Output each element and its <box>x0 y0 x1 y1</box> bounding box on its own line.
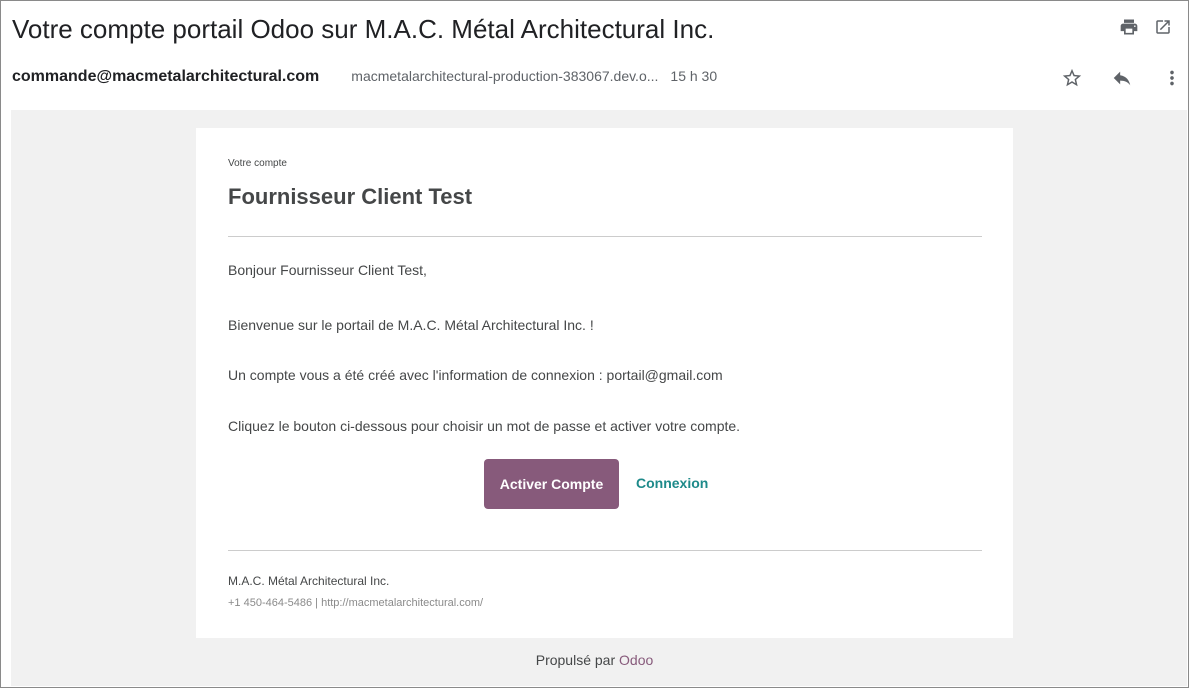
print-icon[interactable] <box>1118 16 1140 38</box>
card-eyebrow: Votre compte <box>228 158 287 169</box>
open-in-new-icon[interactable] <box>1152 16 1174 38</box>
more-vert-icon[interactable] <box>1160 66 1184 90</box>
footer-company: M.A.C. Métal Architectural Inc. <box>228 574 390 588</box>
reply-icon[interactable] <box>1110 66 1134 90</box>
email-subject: Votre compte portail Odoo sur M.A.C. Mét… <box>12 14 715 44</box>
card-title: Fournisseur Client Test <box>228 184 473 209</box>
footer-contact: +1 450-464-5486 | http://macmetalarchite… <box>228 597 484 609</box>
divider-top <box>228 236 982 237</box>
login-link[interactable]: Connexion <box>636 475 708 491</box>
star-icon[interactable] <box>1060 66 1084 90</box>
divider-bottom <box>228 550 982 551</box>
sender-via: macmetalarchitectural-production-383067.… <box>351 68 659 84</box>
activate-account-button[interactable]: Activer Compte <box>484 459 619 509</box>
welcome-text: Bienvenue sur le portail de M.A.C. Métal… <box>228 317 594 333</box>
account-info-text: Un compte vous a été créé avec l'informa… <box>228 367 723 383</box>
sender-row: commande@macmetalarchitectural.com macme… <box>12 68 717 88</box>
sender-email[interactable]: commande@macmetalarchitectural.com <box>12 68 319 86</box>
greeting-text: Bonjour Fournisseur Client Test, <box>228 262 427 278</box>
received-time: 15 h 30 <box>670 68 718 84</box>
powered-by: Propulsé par Odoo <box>0 652 1189 668</box>
email-card: Votre compte Fournisseur Client Test Bon… <box>196 128 1013 638</box>
odoo-link[interactable]: Odoo <box>619 652 653 668</box>
powered-by-prefix: Propulsé par <box>535 652 616 668</box>
instruction-text: Cliquez le bouton ci-dessous pour choisi… <box>228 418 741 434</box>
